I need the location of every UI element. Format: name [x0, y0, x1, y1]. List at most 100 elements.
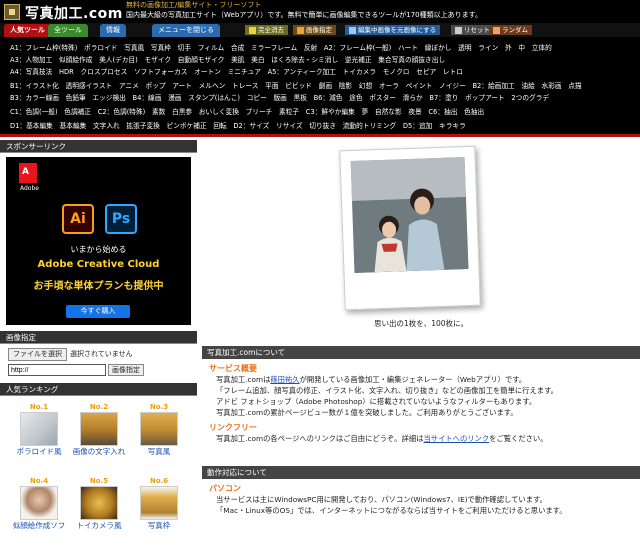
developer-link[interactable]: 篠田祐久: [270, 375, 299, 384]
hero-caption: 思い出の1枚を、100枚に。: [373, 319, 469, 328]
pc-line-1: 当サービスは主にWindowsPC用に開発しており、パソコン(Windows7、…: [216, 495, 547, 504]
site-title[interactable]: 写真加工.com: [25, 3, 123, 23]
rank-number: No.1: [29, 403, 49, 411]
couple-photo-illustration: [350, 157, 469, 273]
rank-label[interactable]: 似顔絵作成ソフ: [10, 520, 68, 531]
adobe-brand-text: Adobe: [20, 185, 39, 192]
clear-all-button[interactable]: 完全消去: [245, 25, 288, 35]
ranking-item[interactable]: No.2 画像の文字入れ: [70, 402, 128, 457]
site-tagline: 無料の画像加工/編集サイト・フリーソフト: [126, 1, 262, 9]
url-row: 画像指定: [0, 362, 197, 380]
tool-row-c1[interactable]: C1：色調(一般) 色調補正 C2：色調(特殊) 素数 白黒参 おいしく変換 ブ…: [10, 108, 635, 117]
image-select-label: 画像指定: [306, 26, 332, 34]
ranking-item[interactable]: No.1 ポラロイド風: [10, 402, 68, 457]
ranking-heading: 人気ランキング: [0, 383, 197, 396]
random-label: ランダム: [502, 26, 528, 34]
rank-label[interactable]: 写真枠: [130, 520, 188, 531]
link-to-site-link[interactable]: 当サイトへのリンク: [423, 434, 489, 443]
image-url-input[interactable]: [8, 364, 106, 376]
rank-number: No.6: [149, 477, 169, 485]
pc-title: パソコン: [209, 484, 241, 493]
service-line-3: アドビ フォトショップ（Adobe Photoshop）に搭載されていないような…: [216, 397, 537, 406]
tab-info[interactable]: 情報: [100, 24, 126, 37]
link-free-line: 写真加工.comの各ページへのリンクはご自由にどうぞ。詳細は当サイトへのリンクを…: [202, 433, 640, 444]
ad-headline: いまから始める: [70, 245, 127, 254]
rank-number: No.4: [29, 477, 49, 485]
tool-menu: A1：フレーム枠(特殊) ポラロイド 写真風 写真枠 切手 フィルム 合成 ミラ…: [0, 37, 640, 137]
tab-popular-tools[interactable]: 人気ツール: [4, 24, 51, 37]
tool-row-b1[interactable]: B1：イラスト化 透明感イラスト アニメ ポップ アート メルヘン トレース 平…: [10, 82, 635, 91]
reset-icon: [455, 26, 462, 34]
image-select-button[interactable]: 画像指定: [293, 25, 336, 35]
clear-all-label: 完全消去: [258, 26, 284, 34]
polaroid-thumbnail: [20, 412, 58, 446]
revert-to-original-button[interactable]: 編集中画像を元画像にする: [345, 25, 441, 35]
service-text: が開発している画像加工・編集ジェネレーター（Webアプリ）です。: [299, 375, 527, 384]
ad-product-name: Adobe Creative Cloud: [37, 259, 160, 270]
main-content: 思い出の1枚を、100枚に。 写真加工.comについて サービス概要 写真加工.…: [202, 140, 640, 533]
ranking-item[interactable]: No.3 写真風: [130, 402, 188, 457]
about-heading: 写真加工.comについて: [202, 346, 640, 359]
service-overview-title: サービス概要: [209, 364, 257, 373]
rank-label[interactable]: トイカメラ風: [70, 520, 128, 531]
sponsor-heading: スポンサーリンク: [0, 140, 197, 153]
image-spec-heading: 画像指定: [0, 331, 197, 344]
site-logo-icon[interactable]: [4, 4, 20, 20]
tab-bar: 人気ツール 全ツール 情報 メニューを閉じる 完全消去 画像指定 編集中画像を元…: [0, 23, 640, 37]
about-section: 写真加工.comについて サービス概要 写真加工.comは篠田祐久が開発している…: [202, 346, 640, 444]
ranking-item[interactable]: No.4 似顔絵作成ソフ: [10, 476, 68, 531]
pc-line-2: 「Mac・Linux等のOS」では、インターネットにつながるならば当サイトをご利…: [216, 506, 567, 515]
rank-number: No.5: [89, 477, 109, 485]
revert-icon: [349, 26, 356, 34]
hero-section: 思い出の1枚を、100枚に。: [202, 140, 640, 336]
random-button[interactable]: ランダム: [489, 25, 532, 35]
random-icon: [493, 26, 500, 34]
choose-file-button[interactable]: ファイルを選択: [8, 348, 67, 361]
rank-number: No.3: [149, 403, 169, 411]
rank-label[interactable]: 画像の文字入れ: [70, 446, 128, 457]
toy-camera-thumbnail: [80, 486, 118, 520]
sidebar: スポンサーリンク A Adobe Ai Ps いまから始める Adobe Cre…: [0, 140, 197, 533]
link-free-title: リンクフリー: [209, 423, 257, 432]
service-line-4: 写真加工.comの累計ページビュー数が１億を突破しました。ご利用ありがとうござい…: [216, 408, 518, 417]
text-insert-thumbnail: [80, 412, 118, 446]
file-select-row: ファイルを選択 選択されていません: [0, 344, 197, 362]
adobe-ad-banner[interactable]: A Adobe Ai Ps いまから始める Adobe Creative Clo…: [6, 157, 191, 325]
ad-buy-button[interactable]: 今すぐ購入: [66, 305, 130, 318]
illustrator-icon: Ai: [62, 204, 94, 234]
compatibility-section: 動作対応について パソコン 当サービスは主にWindowsPC用に開発しており、…: [202, 466, 640, 516]
link-text: 写真加工.comの各ページへのリンクはご自由にどうぞ。詳細は: [216, 434, 424, 443]
service-line-2: 「フレーム追加、顔写真の修正、イラスト化、文字入れ、切り抜き」などの画像加工を簡…: [216, 386, 558, 395]
ranking-grid: No.1 ポラロイド風 No.2 画像の文字入れ No.3 写真風 No.4 似…: [0, 396, 197, 546]
compatibility-heading: 動作対応について: [202, 466, 640, 479]
clear-icon: [249, 26, 256, 34]
ad-plan-text: お手頃な単体プランも提供中: [33, 281, 164, 292]
adobe-logo-icon: A: [19, 163, 37, 183]
photo-style-thumbnail: [140, 412, 178, 446]
ranking-item[interactable]: No.6 写真枠: [130, 476, 188, 531]
reset-button[interactable]: リセット: [451, 25, 494, 35]
image-icon: [297, 26, 304, 34]
polaroid-sample-image: [339, 145, 481, 311]
ranking-item[interactable]: No.5 トイカメラ風: [70, 476, 128, 531]
photo-frame-thumbnail: [140, 486, 178, 520]
rank-number: No.2: [89, 403, 109, 411]
tab-all-tools[interactable]: 全ツール: [48, 24, 88, 37]
couple-photo: [350, 157, 469, 273]
file-status-text: 選択されていません: [70, 350, 133, 358]
tool-row-a1[interactable]: A1：フレーム枠(特殊) ポラロイド 写真風 写真枠 切手 フィルム 合成 ミラ…: [10, 44, 635, 53]
tab-close-menu[interactable]: メニューを閉じる: [152, 24, 220, 37]
tool-row-a4[interactable]: A4：写真技法 HDR クロスプロセス ソフトフォーカス オートン ミニチュア …: [10, 68, 635, 77]
service-line-1: 写真加工.comは篠田祐久が開発している画像加工・編集ジェネレーター（Webアプ…: [202, 374, 640, 385]
site-header: 写真加工.com 無料の画像加工/編集サイト・フリーソフト 国内最大級の写真加工…: [0, 0, 640, 23]
tool-row-d1[interactable]: D1：基本編集 基本編集 文字入れ 拡張子変換 ピンボケ補正 回転 D2：サイズ…: [10, 122, 635, 131]
tool-row-a3[interactable]: A3：人物加工 似顔絵作成 美人(デカ目) モザイク 自動顔モザイク 美肌 美白…: [10, 56, 635, 65]
service-text: 写真加工.comは: [216, 375, 271, 384]
rank-label[interactable]: ポラロイド風: [10, 446, 68, 457]
url-submit-button[interactable]: 画像指定: [108, 364, 144, 376]
revert-label: 編集中画像を元画像にする: [358, 26, 437, 34]
photoshop-icon: Ps: [105, 204, 137, 234]
tool-row-b3[interactable]: B3：カラー線画 色鉛筆 エッジ検出 B4：線画 漫画 スタンプ(はんこ) コピ…: [10, 94, 635, 103]
rank-label[interactable]: 写真風: [130, 446, 188, 457]
portrait-thumbnail: [20, 486, 58, 520]
